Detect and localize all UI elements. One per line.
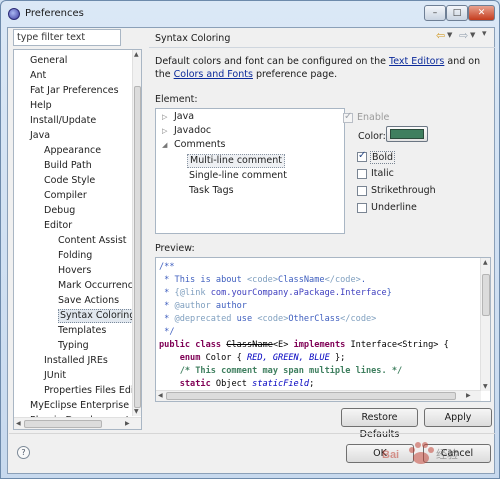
bold-checkbox[interactable] [357, 150, 367, 162]
tree-item[interactable]: Fat Jar Preferences [30, 84, 119, 98]
underline-checkbox[interactable] [357, 203, 367, 213]
preview-vertical-scroll-thumb[interactable] [482, 274, 490, 316]
window-title: Preferences [25, 8, 84, 19]
tree-horizontal-scrollbar[interactable]: ◀ ▶ [14, 417, 141, 429]
enable-label: Enable [357, 112, 390, 123]
element-comments[interactable]: Comments [174, 138, 226, 152]
tree-item[interactable]: Install/Update [30, 114, 96, 128]
cancel-button[interactable]: Cancel [423, 444, 491, 463]
tree-item[interactable]: Typing [58, 339, 89, 353]
footer-separator [9, 433, 495, 434]
preview-pane[interactable]: /** * This is about <code>ClassName</cod… [155, 257, 491, 402]
ok-button[interactable]: OK [346, 444, 414, 463]
scroll-up-icon[interactable]: ▲ [134, 51, 139, 58]
tree-item[interactable]: Folding [58, 249, 92, 263]
element-single-line-comment[interactable]: Single-line comment [189, 169, 287, 183]
enable-checkbox[interactable] [343, 111, 353, 123]
preview-horizontal-scrollbar[interactable]: ◀ ▶ [156, 390, 481, 401]
tree-item[interactable]: Compiler [44, 189, 87, 203]
preview-label: Preview: [155, 243, 195, 254]
tree-item[interactable]: Installed JREs [44, 354, 108, 368]
scroll-up-icon[interactable]: ▲ [483, 259, 488, 266]
tree-item[interactable]: JUnit [44, 369, 66, 383]
preview-vertical-scrollbar[interactable]: ▲ ▼ [480, 258, 490, 391]
tree-item[interactable]: Debug [44, 204, 75, 218]
collapse-arrow-icon[interactable]: ◢ [162, 141, 167, 149]
tree-item[interactable]: Mark Occurrences [58, 279, 141, 293]
minimize-button[interactable]: – [424, 5, 446, 21]
page-title: Syntax Coloring [155, 33, 231, 44]
forward-arrow-icon[interactable]: ⇨ [459, 29, 468, 42]
back-arrow-icon[interactable]: ⇦ [436, 29, 445, 42]
back-menu-chevron-icon[interactable]: ▼ [447, 31, 452, 39]
text-editors-link[interactable]: Text Editors [389, 56, 444, 67]
dialog-client-area: GeneralAntFat Jar PreferencesHelpInstall… [7, 27, 495, 474]
colors-and-fonts-link[interactable]: Colors and Fonts [174, 69, 253, 80]
close-button[interactable]: ✕ [468, 5, 495, 21]
element-label: Element: [155, 94, 198, 105]
tree-item[interactable]: Build Path [44, 159, 92, 173]
scroll-left-icon[interactable]: ◀ [158, 392, 163, 399]
element-multi-line-comment[interactable]: Multi-line comment [187, 154, 285, 168]
tree-item[interactable]: Help [30, 99, 52, 113]
tree-item[interactable]: Appearance [44, 144, 101, 158]
forward-menu-chevron-icon[interactable]: ▼ [470, 31, 475, 39]
page-description: Default colors and font can be configure… [155, 56, 481, 80]
tree-item[interactable]: Java [30, 129, 50, 143]
tree-item[interactable]: Properties Files Editor [44, 384, 141, 398]
strikethrough-label: Strikethrough [371, 185, 436, 196]
color-picker-button[interactable] [386, 126, 428, 142]
element-javadoc[interactable]: Javadoc [174, 124, 211, 138]
scroll-left-icon[interactable]: ◀ [16, 420, 21, 427]
tree-item[interactable]: Code Style [44, 174, 95, 188]
tree-item[interactable]: Hovers [58, 264, 91, 278]
tree-item[interactable]: General [30, 54, 67, 68]
tree-vertical-scrollbar[interactable]: ▲ ▼ [132, 50, 141, 416]
apply-button[interactable]: Apply [424, 408, 492, 427]
bold-label: Bold [370, 151, 395, 164]
strikethrough-checkbox[interactable] [357, 186, 367, 196]
scroll-down-icon[interactable]: ▼ [134, 408, 139, 415]
italic-label: Italic [371, 168, 394, 179]
tree-item[interactable]: Content Assist [58, 234, 127, 248]
filter-input[interactable] [13, 29, 121, 46]
preferences-tree: General Ant Fat Jar Preferences Help Install… [13, 49, 142, 430]
tree-item[interactable]: Ant [30, 69, 46, 83]
tree-item[interactable]: Templates [58, 324, 106, 338]
element-tree: ▷ Java ▷ Javadoc ◢ Comments Multi-line c… [155, 108, 345, 234]
color-label: Color: [358, 131, 386, 142]
tree-item[interactable]: Syntax Coloring [58, 309, 138, 323]
tree-item[interactable]: Editor [44, 219, 72, 233]
maximize-button[interactable]: □ [446, 5, 468, 21]
tree-horizontal-scroll-thumb[interactable] [24, 420, 102, 428]
title-bar[interactable]: Preferences – □ ✕ [1, 1, 499, 27]
tree-item[interactable]: Save Actions [58, 294, 119, 308]
tree-item[interactable]: MyEclipse Enterprise Workbench [30, 399, 141, 413]
scroll-right-icon[interactable]: ▶ [125, 420, 130, 427]
tree-vertical-scroll-thumb[interactable] [134, 86, 141, 408]
eclipse-icon [8, 8, 20, 20]
preview-code: /** * This is about <code>ClassName</cod… [159, 262, 449, 389]
color-swatch [390, 129, 424, 139]
preview-horizontal-scroll-thumb[interactable] [166, 392, 456, 400]
preferences-window: Preferences – □ ✕ GeneralAntFat Jar Pref… [0, 0, 500, 479]
header-separator [149, 47, 495, 48]
expand-arrow-icon[interactable]: ▷ [162, 127, 167, 135]
expand-arrow-icon[interactable]: ▷ [162, 113, 167, 121]
help-icon[interactable]: ? [17, 446, 30, 459]
scroll-right-icon[interactable]: ▶ [466, 392, 471, 399]
underline-label: Underline [371, 202, 417, 213]
scroll-down-icon[interactable]: ▼ [483, 383, 488, 390]
restore-defaults-button[interactable]: Restore Defaults [341, 408, 418, 440]
view-menu-icon[interactable]: ▾ [482, 29, 487, 39]
element-task-tags[interactable]: Task Tags [189, 184, 234, 198]
italic-checkbox[interactable] [357, 169, 367, 179]
element-java[interactable]: Java [174, 110, 194, 124]
